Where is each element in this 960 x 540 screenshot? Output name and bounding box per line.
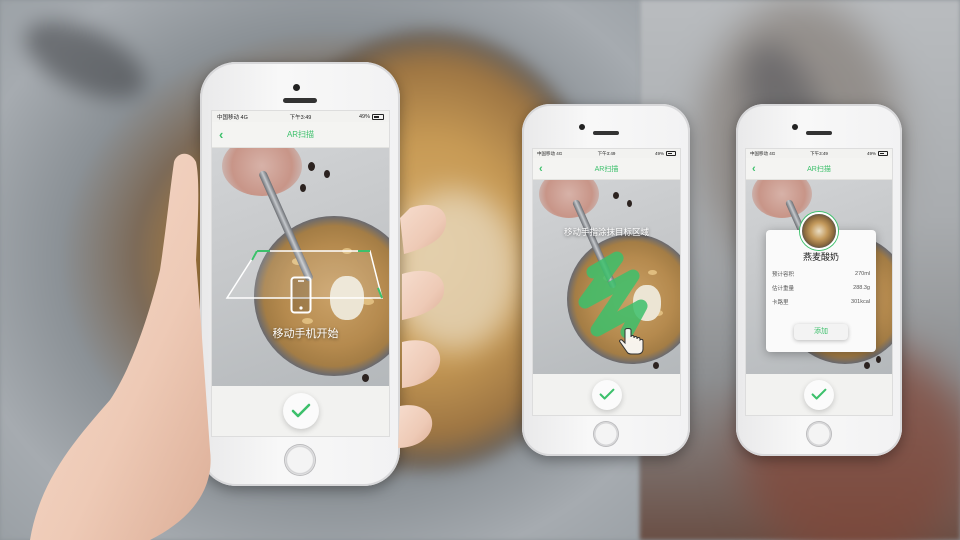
battery-icon <box>372 113 384 120</box>
confirm-button[interactable] <box>804 379 834 410</box>
page-title: AR扫描 <box>594 165 619 173</box>
scan-instruction: 移动手机开始 <box>272 328 339 340</box>
front-camera <box>579 124 585 130</box>
battery-percent: 49% <box>654 151 664 156</box>
brush-stroke-graphic <box>578 251 648 339</box>
nutrition-label: 卡路里 <box>772 300 789 306</box>
checkmark-icon <box>291 403 310 418</box>
flower-decoration <box>752 180 812 218</box>
home-button[interactable] <box>284 444 316 476</box>
scan-frame-graphic <box>225 250 383 299</box>
nav-bar: ‹ AR扫描 <box>746 158 892 180</box>
nav-bar: ‹ AR扫描 <box>533 158 680 180</box>
scan-instruction: 移动手指涂抹目标区域 <box>563 227 649 237</box>
chevron-left-icon[interactable]: ‹ <box>539 163 543 175</box>
status-time: 下午3:49 <box>810 150 828 156</box>
finger-pointer-icon <box>619 328 644 355</box>
battery-indicator: 49% <box>655 151 676 156</box>
phone-screen: 中国移动 4G 下午3:49 49% ‹ AR扫描 <box>532 148 681 416</box>
nutrition-row: 卡路里 301kcal <box>772 295 870 309</box>
checkmark-icon <box>811 388 827 400</box>
home-button[interactable] <box>593 421 619 447</box>
nutrition-row: 预计容积 270ml <box>772 267 870 281</box>
confirm-button[interactable] <box>591 379 622 410</box>
food-name: 燕麦酸奶 <box>802 252 839 262</box>
phone-mockup-2: 中国移动 4G 下午3:49 49% ‹ AR扫描 移动手指涂抹目标区域 <box>522 104 690 456</box>
status-time: 下午3:49 <box>597 150 616 156</box>
nutrition-label: 估计重量 <box>772 286 795 292</box>
home-button[interactable] <box>806 421 832 447</box>
chevron-left-icon[interactable]: ‹ <box>752 163 756 175</box>
carrier-label: 中国移动 4G <box>537 150 563 156</box>
page-title: AR扫描 <box>807 165 831 173</box>
nutrition-value: 301kcal <box>851 299 870 305</box>
earpiece-speaker <box>593 131 619 135</box>
food-thumbnail <box>800 212 838 250</box>
phone-mockup-3: 中国移动 4G 下午3:49 49% ‹ AR扫描 燕麦酸奶 预计容积 270m… <box>736 104 902 456</box>
earpiece-speaker <box>806 131 832 135</box>
bottom-bar <box>533 374 680 415</box>
checkmark-icon <box>599 388 614 400</box>
battery-indicator: 49% <box>358 113 384 120</box>
carrier-label: 中国移动 4G <box>750 150 776 156</box>
chevron-left-icon[interactable]: ‹ <box>219 127 223 142</box>
phone-screen: 中国移动 4G 下午3:49 49% ‹ AR扫描 燕麦酸奶 预计容积 270m… <box>745 148 893 416</box>
add-button[interactable]: 添加 <box>794 324 848 340</box>
confirm-button[interactable] <box>282 393 319 429</box>
nutrition-row: 估计重量 288.3g <box>772 281 870 295</box>
ar-camera-view[interactable]: 移动手机开始 <box>212 148 389 388</box>
battery-icon <box>878 151 888 156</box>
status-time: 下午3:49 <box>289 114 312 121</box>
phone-mockup-1: 中国移动 4G 下午3:49 49% ‹ AR扫描 移动手机开始 <box>200 62 400 486</box>
nutrition-list: 预计容积 270ml 估计重量 288.3g 卡路里 301kcal <box>766 263 876 309</box>
nutrition-label: 预计容积 <box>772 272 795 278</box>
nutrition-value: 288.3g <box>853 285 870 291</box>
status-bar: 中国移动 4G 下午3:49 49% <box>533 149 680 158</box>
page-title: AR扫描 <box>286 130 315 139</box>
battery-icon <box>666 151 676 156</box>
battery-percent: 49% <box>866 151 876 156</box>
front-camera <box>792 124 798 130</box>
bottom-bar <box>212 386 389 436</box>
nav-bar: ‹ AR扫描 <box>212 122 389 148</box>
phone-screen: 中国移动 4G 下午3:49 49% ‹ AR扫描 <box>211 110 390 437</box>
ar-camera-view[interactable]: 移动手指涂抹目标区域 <box>533 180 680 376</box>
phone-icon <box>290 276 312 314</box>
battery-indicator: 49% <box>867 151 888 156</box>
bottom-bar <box>746 374 892 415</box>
status-bar: 中国移动 4G 下午3:49 49% <box>212 111 389 122</box>
ar-camera-view[interactable]: 燕麦酸奶 预计容积 270ml 估计重量 288.3g 卡路里 301kcal <box>746 180 892 376</box>
nutrition-value: 270ml <box>855 271 870 277</box>
carrier-label: 中国移动 4G <box>217 114 248 121</box>
front-camera <box>293 84 300 91</box>
status-bar: 中国移动 4G 下午3:49 49% <box>746 149 892 158</box>
earpiece-speaker <box>283 98 317 103</box>
battery-percent: 49% <box>358 113 370 120</box>
